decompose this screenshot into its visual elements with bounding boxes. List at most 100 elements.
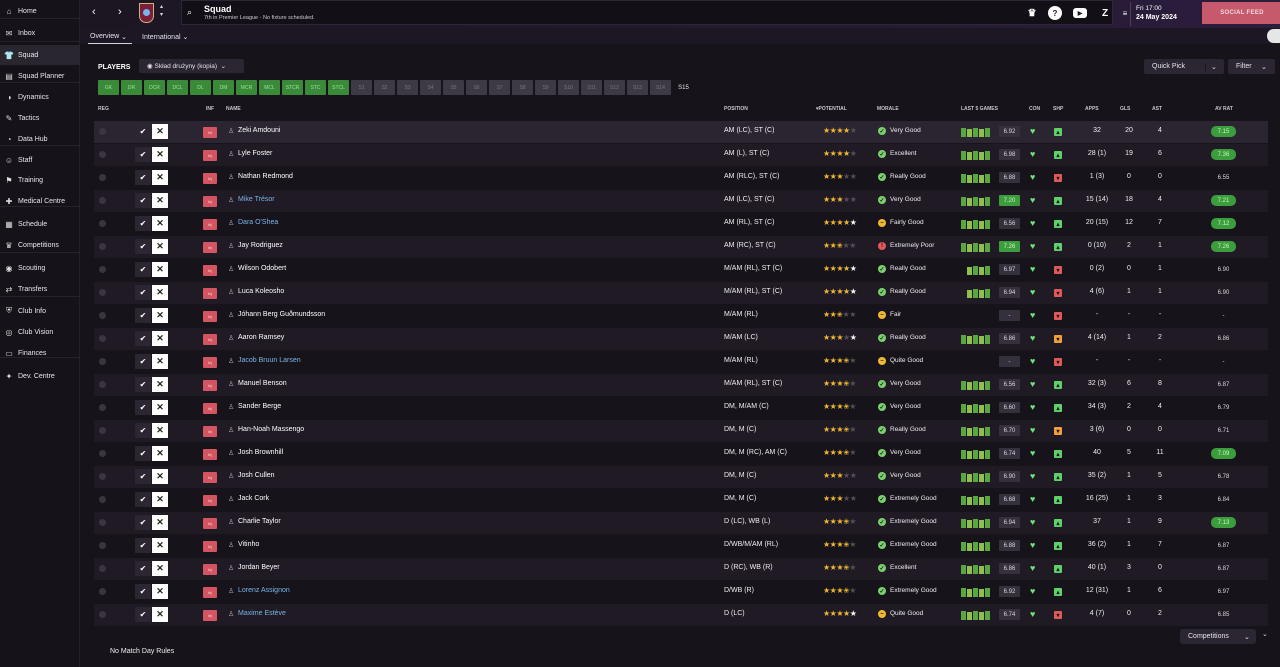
search-icon[interactable]: ⌕	[187, 7, 192, 18]
player-name[interactable]: Dara O'Shea	[238, 219, 278, 226]
header-apps[interactable]: APPS	[1085, 106, 1099, 112]
trophy-cabinet-icon[interactable]: ♛	[1025, 6, 1039, 20]
registration-toggle[interactable]	[99, 427, 106, 434]
player-name[interactable]: Jay Rodriguez	[238, 242, 283, 249]
position-filter-chip[interactable]: S3	[397, 80, 418, 95]
table-row[interactable]: ✔ ✕ Inj ♙ Lorenz Assignon D/WB (R) ★★★✬★ ✓ Extre…	[94, 581, 1268, 603]
registration-toggle[interactable]	[99, 404, 106, 411]
deselect-x-button[interactable]: ✕	[152, 423, 168, 438]
expand-chevron-icon[interactable]: ⌄	[1262, 630, 1268, 638]
position-filter-chip[interactable]: STCR	[282, 80, 303, 95]
position-filter-chip[interactable]: S13	[627, 80, 648, 95]
header-shp[interactable]: SHP	[1053, 106, 1063, 112]
quick-pick-button[interactable]: Quick Pick ⌄	[1144, 59, 1224, 74]
header-position[interactable]: POSITION	[724, 106, 748, 112]
select-check-button[interactable]: ✔	[135, 492, 151, 507]
deselect-x-button[interactable]: ✕	[152, 400, 168, 415]
registration-toggle[interactable]	[99, 151, 106, 158]
table-row[interactable]: ✔ ✕ Inj ♙ Vitinho D/WB/M/AM (RL) ★★★✬★ ✓ Extreme…	[94, 535, 1268, 557]
sidebar-item-finances[interactable]: ▭ Finances	[0, 343, 80, 363]
select-check-button[interactable]: ✔	[135, 170, 151, 185]
registration-toggle[interactable]	[99, 473, 106, 480]
position-filter-chip[interactable]: S6	[466, 80, 487, 95]
table-row[interactable]: ✔ ✕ Inj ♙ Jóhann Berg Guðmundsson M/AM (RL) ★ ★…	[94, 305, 1268, 327]
video-icon[interactable]: ▶	[1073, 8, 1087, 18]
registration-toggle[interactable]	[99, 358, 106, 365]
deselect-x-button[interactable]: ✕	[152, 515, 168, 530]
position-filter-chip[interactable]: S14	[650, 80, 671, 95]
registration-toggle[interactable]	[99, 335, 106, 342]
position-filter-chip[interactable]: S5	[443, 80, 464, 95]
registration-toggle[interactable]	[99, 266, 106, 273]
search-title-box[interactable]: ⌕ Squad 7th in Premier League - No fixtu…	[181, 0, 1113, 25]
player-name[interactable]: Zeki Amdouni	[238, 127, 280, 134]
deselect-x-button[interactable]: ✕	[152, 193, 168, 208]
registration-toggle[interactable]	[99, 128, 106, 135]
sidebar-item-tactics[interactable]: ✎ Tactics	[0, 108, 80, 128]
position-filter-chip[interactable]: S15	[673, 80, 694, 95]
player-name[interactable]: Charlie Taylor	[238, 518, 281, 525]
registration-toggle[interactable]	[99, 289, 106, 296]
registration-toggle[interactable]	[99, 381, 106, 388]
position-filter-chip[interactable]: S2	[374, 80, 395, 95]
sidebar-item-scouting[interactable]: ◉ Scouting	[0, 258, 80, 278]
club-badge-icon[interactable]	[139, 3, 154, 23]
filter-button[interactable]: Filter ⌄	[1228, 59, 1275, 74]
player-name[interactable]: Jacob Bruun Larsen	[238, 357, 301, 364]
registration-toggle[interactable]	[99, 450, 106, 457]
deselect-x-button[interactable]: ✕	[152, 308, 168, 323]
position-filter-chip[interactable]: S4	[420, 80, 441, 95]
header-ast[interactable]: AST	[1152, 106, 1162, 112]
chevron-down-icon[interactable]: ⌄	[1205, 62, 1217, 71]
player-name[interactable]: Vitinho	[238, 541, 259, 548]
competitions-button[interactable]: Competitions ⌄	[1180, 629, 1256, 644]
deselect-x-button[interactable]: ✕	[152, 147, 168, 162]
table-row[interactable]: ✔ ✕ Inj ♙ Mike Trésor AM (LC), ST (C) ★★★★★ ✓ Ve…	[94, 190, 1268, 212]
player-name[interactable]: Jordan Beyer	[238, 564, 280, 571]
player-name[interactable]: Aaron Ramsey	[238, 334, 284, 341]
header-potential[interactable]: ▾POTENTIAL	[816, 106, 847, 112]
table-row[interactable]: ✔ ✕ Int ♙ Zeki Amdouni AM (LC), ST (C) ★★★★★ ✓ V…	[94, 121, 1268, 143]
header-last5[interactable]: LAST 5 GAMES	[961, 106, 998, 112]
sidebar-item-inbox[interactable]: ✉ Inbox	[0, 23, 80, 43]
table-row[interactable]: ✔ ✕ Inj ♙ Sander Berge DM, M/AM (C) ★★★✬★ ✓ Very…	[94, 397, 1268, 419]
table-row[interactable]: ✔ ✕ Inj ♙ Han-Noah Massengo DM, M (C) ★★★✬★ ✓ Re…	[94, 420, 1268, 442]
deselect-x-button[interactable]: ✕	[152, 354, 168, 369]
deselect-x-button[interactable]: ✕	[152, 331, 168, 346]
table-row[interactable]: ✔ ✕ Inj ♙ Aaron Ramsey M/AM (LC) ★★★★★ ✓ Really …	[94, 328, 1268, 350]
player-name[interactable]: Jóhann Berg Guðmundsson	[238, 311, 325, 318]
registration-toggle[interactable]	[99, 542, 106, 549]
header-inf[interactable]: INF	[206, 106, 214, 112]
position-filter-chip[interactable]: S11	[581, 80, 602, 95]
position-filter-chip[interactable]: DL	[190, 80, 211, 95]
table-row[interactable]: ✔ ✕ Inj ♙ Lyle Foster AM (L), ST (C) ★★★★★ ✓ Exc…	[94, 144, 1268, 166]
table-row[interactable]: ✔ ✕ Inj ♙ Manuel Benson M/AM (RL), ST (C) ★★★✬…	[94, 374, 1268, 396]
position-filter-chip[interactable]: S12	[604, 80, 625, 95]
player-name[interactable]: Nathan Redmond	[238, 173, 293, 180]
header-avrat[interactable]: AV RAT	[1215, 106, 1233, 112]
select-check-button[interactable]: ✔	[135, 193, 151, 208]
social-feed-button[interactable]: SOCIAL FEED	[1202, 2, 1280, 24]
table-row[interactable]: ✔ ✕ Inj ♙ Jay Rodriguez AM (RC), ST (C) ★★✬★★!…	[94, 236, 1268, 258]
position-filter-chip[interactable]: DCR	[144, 80, 165, 95]
registration-toggle[interactable]	[99, 496, 106, 503]
table-row[interactable]: ✔ ✕ Inj ♙ Josh Cullen DM, M (C) ★★★★★ ✓ Very Goo…	[94, 466, 1268, 488]
select-check-button[interactable]: ✔	[135, 400, 151, 415]
position-filter-chip[interactable]: S8	[512, 80, 533, 95]
tab-overview[interactable]: Overview ⌄	[88, 30, 132, 44]
sidebar-item-squad[interactable]: 👕 Squad	[0, 45, 80, 65]
sidebar-item-dynamics[interactable]: ◑ Dynamics	[0, 87, 80, 107]
table-row[interactable]: ✔ ✕ Inj ♙ Nathan Redmond AM (RLC), ST (C) ★★★★…	[94, 167, 1268, 189]
position-filter-chip[interactable]: GK	[98, 80, 119, 95]
deselect-x-button[interactable]: ✕	[152, 170, 168, 185]
select-check-button[interactable]: ✔	[135, 308, 151, 323]
sidebar-item-data-hub[interactable]: ◔ Data Hub	[0, 129, 80, 149]
fm-logo-icon[interactable]: Z	[1098, 6, 1112, 20]
date-display[interactable]: Fri 17:00 24 May 2024	[1130, 2, 1198, 26]
player-name[interactable]: Manuel Benson	[238, 380, 287, 387]
select-check-button[interactable]: ✔	[135, 285, 151, 300]
registration-toggle[interactable]	[99, 312, 106, 319]
position-filter-chip[interactable]: DM	[213, 80, 234, 95]
sidebar-item-schedule[interactable]: ▦ Schedule	[0, 214, 80, 234]
registration-toggle[interactable]	[99, 565, 106, 572]
